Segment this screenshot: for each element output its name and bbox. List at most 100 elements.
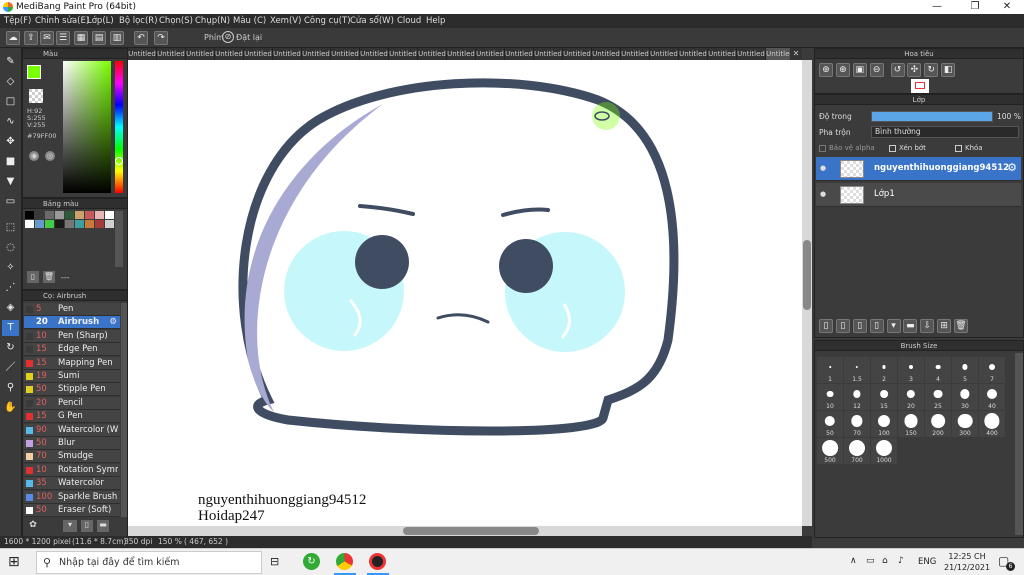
vertical-scrollbar[interactable] [802, 60, 812, 526]
palette-swatch[interactable] [35, 220, 44, 228]
palette-swatch[interactable] [25, 211, 34, 219]
document-tab[interactable]: Untitled [244, 48, 273, 60]
brush-item[interactable]: 50 Blur [24, 437, 120, 450]
vertical-scroll-thumb[interactable] [803, 240, 811, 310]
brush-item[interactable]: 15 Edge Pen [24, 343, 120, 357]
brush-size-option[interactable]: 4 [925, 357, 951, 383]
foreground-color-swatch[interactable] [27, 65, 41, 79]
brush-item[interactable]: 20 Airbrush ⚙ [24, 316, 120, 330]
new-layer-icon[interactable]: ▯ [819, 319, 833, 333]
document-tab[interactable]: Untitled [737, 48, 766, 60]
palette-swatch[interactable] [35, 211, 44, 219]
brush-size-option[interactable]: 100 [871, 411, 897, 437]
app-refresh-icon[interactable]: ↻ [303, 553, 320, 570]
zoom-fit-icon[interactable]: ⊕ [819, 63, 833, 77]
palette-swatch[interactable] [25, 220, 34, 228]
task-view-icon[interactable]: ⊟ [270, 555, 279, 568]
palette-swatch[interactable] [85, 220, 94, 228]
document-tab[interactable]: Untitled [273, 48, 302, 60]
gradient-tool-icon[interactable]: ▭ [2, 194, 19, 210]
grid-icon[interactable]: ▦ [74, 31, 88, 45]
lock-checkbox[interactable] [955, 145, 962, 152]
color-mode-icon[interactable]: ◉ [29, 151, 39, 161]
layer-menu-icon[interactable]: ▾ [886, 319, 901, 333]
layer-item[interactable]: ● Lớp1 [816, 183, 1021, 207]
fit-window-icon[interactable]: ✣ [907, 63, 922, 77]
brush-size-option[interactable]: 1.5 [844, 357, 870, 383]
reset-button[interactable]: Đặt lại [236, 33, 262, 42]
palette-swatch[interactable] [65, 211, 74, 219]
palette-swatch[interactable] [75, 211, 84, 219]
divide-tool-icon[interactable]: ／ [2, 360, 19, 376]
brush-size-option[interactable]: 70 [844, 411, 870, 437]
zoom-in-icon[interactable]: ⊕ [835, 63, 850, 77]
menu-item[interactable]: Bộ lọc(R) [119, 16, 158, 26]
hue-slider-handle[interactable] [115, 157, 123, 165]
palette-swatch[interactable] [105, 220, 114, 228]
palette-swatch[interactable] [85, 211, 94, 219]
palette-swatch[interactable] [95, 211, 104, 219]
new-palette-icon[interactable]: ▯ [27, 271, 39, 283]
document-tab[interactable]: Untitled [215, 48, 244, 60]
brush-item[interactable]: 19 Sumi [24, 370, 120, 383]
brush-copy-icon[interactable]: ▯ [81, 520, 93, 532]
chat-icon[interactable]: ✉ [40, 31, 54, 45]
brush-size-option[interactable]: 15 [871, 384, 897, 410]
palette-scrollbar[interactable] [115, 211, 123, 267]
menu-item[interactable]: Cửa sổ(W) [350, 16, 394, 26]
flip-icon[interactable]: ◧ [941, 63, 956, 77]
brush-size-option[interactable]: 700 [844, 438, 870, 464]
transparent-swatch[interactable] [29, 89, 43, 103]
hue-slider[interactable] [115, 61, 123, 193]
document-tab[interactable]: Untitled [418, 48, 447, 60]
brush-size-option[interactable]: 150 [898, 411, 924, 437]
comment-icon[interactable]: ☰ [56, 31, 70, 45]
document-tab[interactable]: Untitled [128, 48, 157, 60]
document-tab[interactable]: Untitled [447, 48, 476, 60]
palette-swatch[interactable] [55, 211, 64, 219]
menu-item[interactable]: Màu (C) [233, 16, 266, 26]
horizontal-scrollbar[interactable] [128, 526, 802, 536]
layer-settings-icon[interactable]: ⊞ [937, 319, 952, 333]
brush-item[interactable]: 20 Pencil [24, 396, 120, 410]
layout-icon[interactable]: ▥ [110, 31, 124, 45]
brush-list-scrollbar[interactable] [121, 303, 127, 517]
undo-icon[interactable]: ↶ [134, 31, 148, 45]
palette-swatch[interactable] [75, 220, 84, 228]
brush-item[interactable]: 50 Eraser (Soft) [24, 504, 120, 517]
brush-item[interactable]: 5 Pen [24, 303, 120, 316]
redo-icon[interactable]: ↷ [154, 31, 168, 45]
fill-rect-tool-icon[interactable]: ■ [2, 154, 19, 170]
network-icon[interactable]: ⌂ [882, 556, 888, 566]
palette-swatch[interactable] [55, 220, 64, 228]
brush-size-option[interactable]: 200 [925, 411, 951, 437]
brush-size-option[interactable]: 3 [898, 357, 924, 383]
palette-swatch[interactable] [65, 220, 74, 228]
brush-size-option[interactable]: 7 [979, 357, 1005, 383]
chrome-icon[interactable] [336, 553, 353, 570]
document-tab[interactable]: Untitled [563, 48, 592, 60]
brush-item[interactable]: 10 Pen (Sharp) [24, 329, 120, 343]
drawing-canvas[interactable]: nguyenthihuonggiang94512 Hoidap247 [128, 60, 802, 526]
menu-item[interactable]: Chỉnh sửa(E) [35, 16, 89, 26]
tray-chevron-icon[interactable]: ∧ [850, 556, 857, 566]
lasso-tool-icon[interactable]: ◌ [2, 240, 19, 256]
brush-item[interactable]: 15 G Pen [24, 410, 120, 424]
menu-item[interactable]: Help [426, 16, 445, 26]
menu-item[interactable]: Chọn(S) [159, 16, 193, 26]
brush-item[interactable]: 90 Watercolor (We [24, 423, 120, 437]
brush-size-option[interactable]: 25 [925, 384, 951, 410]
menu-item[interactable]: Chụp(N) [195, 16, 230, 26]
brush-size-option[interactable]: 20 [898, 384, 924, 410]
tab-close-icon[interactable]: ✕ [790, 48, 802, 60]
delete-layer-icon[interactable]: 🗑 [954, 319, 968, 333]
layer-item[interactable]: ● nguyenthihuonggiang94512 ⚙ [816, 157, 1021, 181]
brush-size-option[interactable]: 12 [844, 384, 870, 410]
brush-size-option[interactable]: 10 [817, 384, 843, 410]
eraser-tool-icon[interactable]: ◇ [2, 74, 19, 90]
document-tab[interactable]: Untitled [360, 48, 389, 60]
menu-item[interactable]: Cloud [397, 16, 421, 26]
dot-tool-icon[interactable]: ∿ [2, 114, 19, 130]
select-eraser-icon[interactable]: ◈ [2, 300, 19, 316]
medibang-taskbar-icon[interactable] [369, 553, 386, 570]
